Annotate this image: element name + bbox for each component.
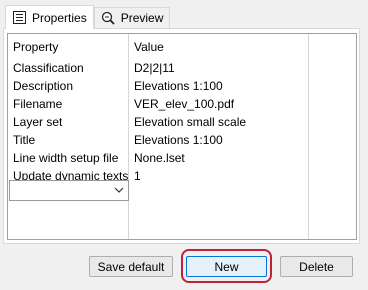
property-name: Line width setup file xyxy=(13,151,119,165)
column-header-property: Property xyxy=(13,40,59,54)
property-value[interactable]: Elevation small scale xyxy=(134,113,246,131)
new-property-combobox[interactable] xyxy=(9,180,129,201)
tab-strip: Properties Preview xyxy=(5,5,171,29)
preview-magnifier-icon xyxy=(101,11,115,25)
property-value[interactable]: None.lset xyxy=(134,149,185,167)
property-name: Filename xyxy=(13,97,63,111)
property-name: Layer set xyxy=(13,115,63,129)
property-value[interactable]: D2|2|11 xyxy=(134,59,175,77)
property-name: Description xyxy=(13,79,74,93)
table-row[interactable]: Description Elevations 1:100 xyxy=(8,77,356,95)
save-default-button[interactable]: Save default xyxy=(89,256,173,277)
property-value[interactable]: Elevations 1:100 xyxy=(134,131,223,149)
grid-header: Property Value xyxy=(8,38,356,56)
tab-properties-label: Properties xyxy=(32,10,87,25)
table-row[interactable]: Line width setup file None.lset xyxy=(8,149,356,167)
tab-properties[interactable]: Properties xyxy=(5,5,94,29)
properties-list-icon xyxy=(12,11,26,25)
properties-panel: Property Value Classification D2|2|11 De… xyxy=(3,28,360,244)
delete-button[interactable]: Delete xyxy=(280,256,353,277)
tab-preview[interactable]: Preview xyxy=(93,7,171,28)
tab-preview-label: Preview xyxy=(120,11,164,25)
property-value[interactable]: 1 xyxy=(134,167,141,185)
table-row[interactable]: Filename VER_elev_100.pdf xyxy=(8,95,356,113)
property-name: Title xyxy=(13,133,36,147)
properties-grid: Property Value Classification D2|2|11 De… xyxy=(7,33,357,240)
property-value[interactable]: Elevations 1:100 xyxy=(134,77,223,95)
table-row[interactable]: Classification D2|2|11 xyxy=(8,59,356,77)
property-name: Classification xyxy=(13,61,84,75)
column-header-value: Value xyxy=(134,40,164,54)
property-value[interactable]: VER_elev_100.pdf xyxy=(134,95,234,113)
new-button[interactable]: New xyxy=(186,256,267,277)
chevron-down-icon[interactable] xyxy=(113,184,125,196)
table-row[interactable]: Title Elevations 1:100 xyxy=(8,131,356,149)
table-row[interactable]: Layer set Elevation small scale xyxy=(8,113,356,131)
